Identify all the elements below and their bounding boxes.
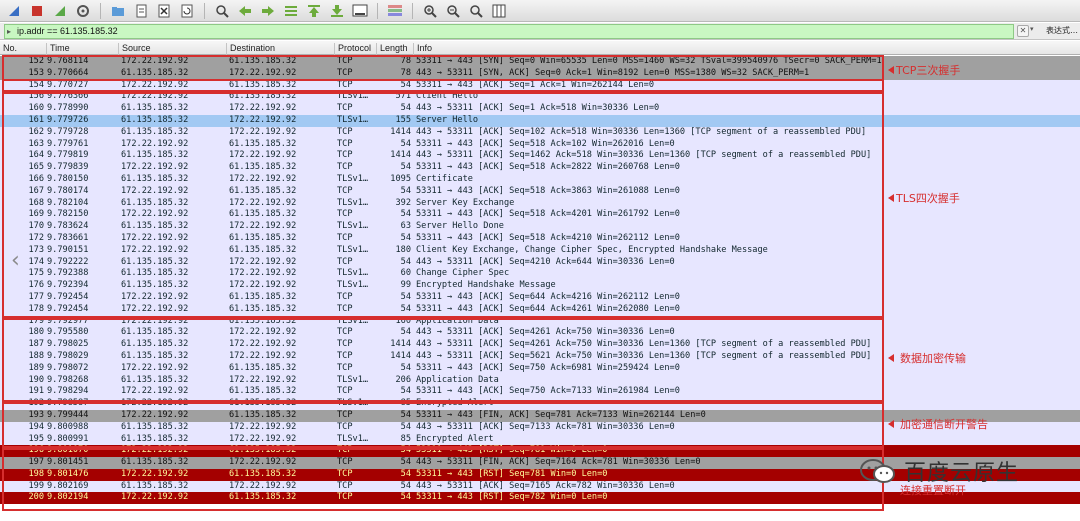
- options-icon[interactable]: [73, 2, 93, 20]
- column-header-info[interactable]: Info: [413, 43, 1080, 55]
- toolbar-separator: [100, 2, 101, 19]
- zoom-out-icon[interactable]: [443, 2, 463, 20]
- tcp-handshake-label: TCP三次握手: [896, 64, 961, 77]
- wechat-logo-icon: [858, 457, 898, 485]
- resize-columns-icon[interactable]: [489, 2, 509, 20]
- forward-icon[interactable]: [258, 2, 278, 20]
- tcp-handshake-box: [2, 55, 884, 81]
- alert-box: [2, 402, 884, 448]
- reload-icon[interactable]: [177, 2, 197, 20]
- display-filter-input[interactable]: ▸ ip.addr == 61.135.185.32: [4, 24, 1014, 39]
- annotation-arrow: [888, 194, 894, 202]
- tls-handshake-label: TLS四次握手: [896, 192, 960, 205]
- display-filter-bar: ▸ ip.addr == 61.135.185.32 ✕ ▾ 表达式…: [0, 23, 1080, 40]
- column-header-no[interactable]: No.: [0, 43, 46, 55]
- zoom-in-icon[interactable]: [420, 2, 440, 20]
- packet-list-header: No. Time Source Destination Protocol Len…: [0, 41, 1080, 55]
- data-transfer-box: [2, 318, 884, 402]
- column-header-protocol[interactable]: Protocol: [334, 43, 376, 55]
- annotation-arrow: [888, 354, 894, 362]
- bookmark-icon[interactable]: ▸: [7, 25, 11, 38]
- find-icon[interactable]: [212, 2, 232, 20]
- watermark-text: 百度云原生: [904, 461, 1020, 486]
- column-header-destination[interactable]: Destination: [226, 43, 334, 55]
- toolbar-separator: [204, 2, 205, 19]
- zoom-normal-icon[interactable]: [466, 2, 486, 20]
- column-header-length[interactable]: Length: [376, 43, 413, 55]
- annotation-arrow: [888, 420, 894, 428]
- colorize-icon[interactable]: [385, 2, 405, 20]
- last-icon[interactable]: [327, 2, 347, 20]
- stop-icon[interactable]: [27, 2, 47, 20]
- filter-history-dropdown-icon[interactable]: ▾: [1030, 25, 1040, 37]
- column-header-source[interactable]: Source: [118, 43, 226, 55]
- clear-filter-icon[interactable]: ✕: [1017, 25, 1029, 37]
- tls-handshake-box: [2, 92, 884, 318]
- expression-button[interactable]: 表达式…: [1046, 25, 1078, 36]
- toolbar-separator: [377, 2, 378, 19]
- file-icon[interactable]: [131, 2, 151, 20]
- open-folder-icon[interactable]: [108, 2, 128, 20]
- watermark: 百度云原生: [858, 455, 1019, 487]
- filter-text: ip.addr == 61.135.185.32: [17, 26, 118, 36]
- alert-label: 加密通信断开警告: [900, 418, 988, 431]
- annotation-arrow: [888, 66, 894, 74]
- main-toolbar: [0, 0, 1080, 22]
- data-transfer-label: 数据加密传输: [900, 352, 966, 365]
- tcp-handshake-box-lower: [2, 80, 884, 92]
- autoscroll-icon[interactable]: [350, 2, 370, 20]
- goto-icon[interactable]: [281, 2, 301, 20]
- back-icon[interactable]: [235, 2, 255, 20]
- toolbar-separator: [412, 2, 413, 19]
- first-icon[interactable]: [304, 2, 324, 20]
- shark-fin-icon[interactable]: [4, 2, 24, 20]
- column-header-time[interactable]: Time: [46, 43, 118, 55]
- restart-icon[interactable]: [50, 2, 70, 20]
- disconnect-box: [2, 448, 884, 511]
- close-file-icon[interactable]: [154, 2, 174, 20]
